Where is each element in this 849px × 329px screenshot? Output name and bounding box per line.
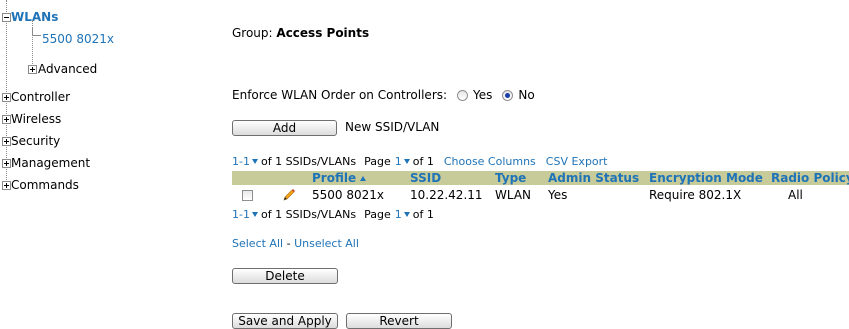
pager-page-of: of 1 bbox=[412, 208, 434, 221]
edit-pencil-icon[interactable] bbox=[282, 188, 296, 202]
tree-expand-icon[interactable] bbox=[2, 137, 11, 146]
cell-encryption-mode: Require 802.1X bbox=[649, 188, 742, 202]
pager-top: 1-1 of 1 SSIDs/VLANs Page 1 of 1 Choose … bbox=[232, 155, 608, 168]
cell-profile: 5500 8021x bbox=[312, 188, 384, 202]
radio-no-label: No bbox=[518, 88, 535, 102]
tree-expand-icon[interactable] bbox=[2, 115, 11, 124]
pager-page-number[interactable]: 1 bbox=[395, 155, 402, 168]
save-and-apply-button[interactable]: Save and Apply bbox=[232, 313, 338, 329]
column-header-ssid[interactable]: SSID bbox=[410, 171, 441, 185]
pager-page-label: Page bbox=[364, 208, 391, 221]
column-header-radio-policy[interactable]: Radio Policy bbox=[771, 171, 849, 185]
table-row: 5500 8021x 10.22.42.11 WLAN Yes Require … bbox=[232, 186, 849, 204]
pager-of-text: of 1 SSIDs/VLANs bbox=[260, 155, 357, 168]
column-header-admin-status[interactable]: Admin Status bbox=[548, 171, 639, 185]
revert-button[interactable]: Revert bbox=[346, 313, 452, 329]
column-header-type[interactable]: Type bbox=[495, 171, 526, 185]
radio-yes-label: Yes bbox=[473, 88, 493, 102]
new-ssid-label: New SSID/VLAN bbox=[345, 120, 440, 134]
tree-item-5500-8021x[interactable]: 5500 8021x bbox=[42, 32, 114, 46]
cell-admin-status: Yes bbox=[548, 188, 568, 202]
csv-export-link[interactable]: CSV Export bbox=[546, 155, 608, 168]
tree-item-management[interactable]: Management bbox=[11, 156, 90, 170]
choose-columns-link[interactable]: Choose Columns bbox=[444, 155, 536, 168]
row-select-checkbox[interactable] bbox=[242, 190, 253, 201]
pager-page-label: Page bbox=[364, 155, 391, 168]
cell-radio-policy: All bbox=[788, 188, 803, 202]
group-heading: Group: Access Points bbox=[232, 26, 369, 40]
pager-page-number[interactable]: 1 bbox=[395, 208, 402, 221]
group-name: Access Points bbox=[276, 26, 370, 40]
dropdown-caret-icon[interactable] bbox=[251, 212, 258, 217]
delete-button[interactable]: Delete bbox=[232, 268, 338, 284]
group-prefix: Group: bbox=[232, 26, 273, 40]
add-button[interactable]: Add bbox=[232, 120, 337, 136]
select-all-link[interactable]: Select All bbox=[232, 237, 283, 250]
tree-elbow-line bbox=[32, 27, 41, 36]
cell-type: WLAN bbox=[495, 188, 532, 202]
tree-expand-icon[interactable] bbox=[2, 159, 11, 168]
tree-item-advanced[interactable]: Advanced bbox=[38, 62, 97, 76]
dropdown-caret-icon[interactable] bbox=[403, 159, 410, 164]
radio-yes[interactable] bbox=[457, 89, 469, 101]
pager-of-text: of 1 SSIDs/VLANs bbox=[260, 208, 357, 221]
tree-item-commands[interactable]: Commands bbox=[11, 178, 79, 192]
dropdown-caret-icon[interactable] bbox=[251, 159, 258, 164]
enforce-label: Enforce WLAN Order on Controllers: bbox=[232, 88, 448, 102]
pager-range[interactable]: 1-1 bbox=[232, 155, 250, 168]
cell-ssid: 10.22.42.11 bbox=[410, 188, 483, 202]
tree-collapse-icon[interactable] bbox=[2, 13, 11, 22]
dropdown-caret-icon[interactable] bbox=[403, 212, 410, 217]
tree-item-security[interactable]: Security bbox=[11, 134, 60, 148]
column-header-encryption-mode[interactable]: Encryption Mode bbox=[649, 171, 763, 185]
tree-item-wireless[interactable]: Wireless bbox=[11, 112, 61, 126]
tree-expand-icon[interactable] bbox=[2, 93, 11, 102]
column-header-profile[interactable]: Profile bbox=[312, 171, 367, 185]
pager-bottom: 1-1 of 1 SSIDs/VLANs Page 1 of 1 bbox=[232, 208, 434, 221]
column-header-profile-label: Profile bbox=[312, 171, 357, 185]
selection-links: Select All - Unselect All bbox=[232, 237, 359, 250]
pager-page-of: of 1 bbox=[412, 155, 434, 168]
pager-range[interactable]: 1-1 bbox=[232, 208, 250, 221]
enforce-wlan-order-row: Enforce WLAN Order on Controllers: Yes N… bbox=[232, 88, 535, 102]
tree-item-controller[interactable]: Controller bbox=[11, 90, 70, 104]
tree-expand-icon[interactable] bbox=[2, 181, 11, 190]
table-header: Profile SSID Type Admin Status Encryptio… bbox=[232, 171, 849, 185]
tree-item-wlans[interactable]: WLANs bbox=[11, 10, 58, 24]
radio-no[interactable] bbox=[502, 89, 514, 101]
tree-branch-line bbox=[32, 20, 33, 70]
unselect-all-link[interactable]: Unselect All bbox=[294, 237, 359, 250]
navigation-tree: WLANs 5500 8021x Advanced Controller Wir… bbox=[0, 0, 210, 324]
selection-separator: - bbox=[286, 237, 291, 250]
sort-ascending-icon bbox=[360, 176, 367, 181]
tree-expand-icon[interactable] bbox=[28, 65, 37, 74]
